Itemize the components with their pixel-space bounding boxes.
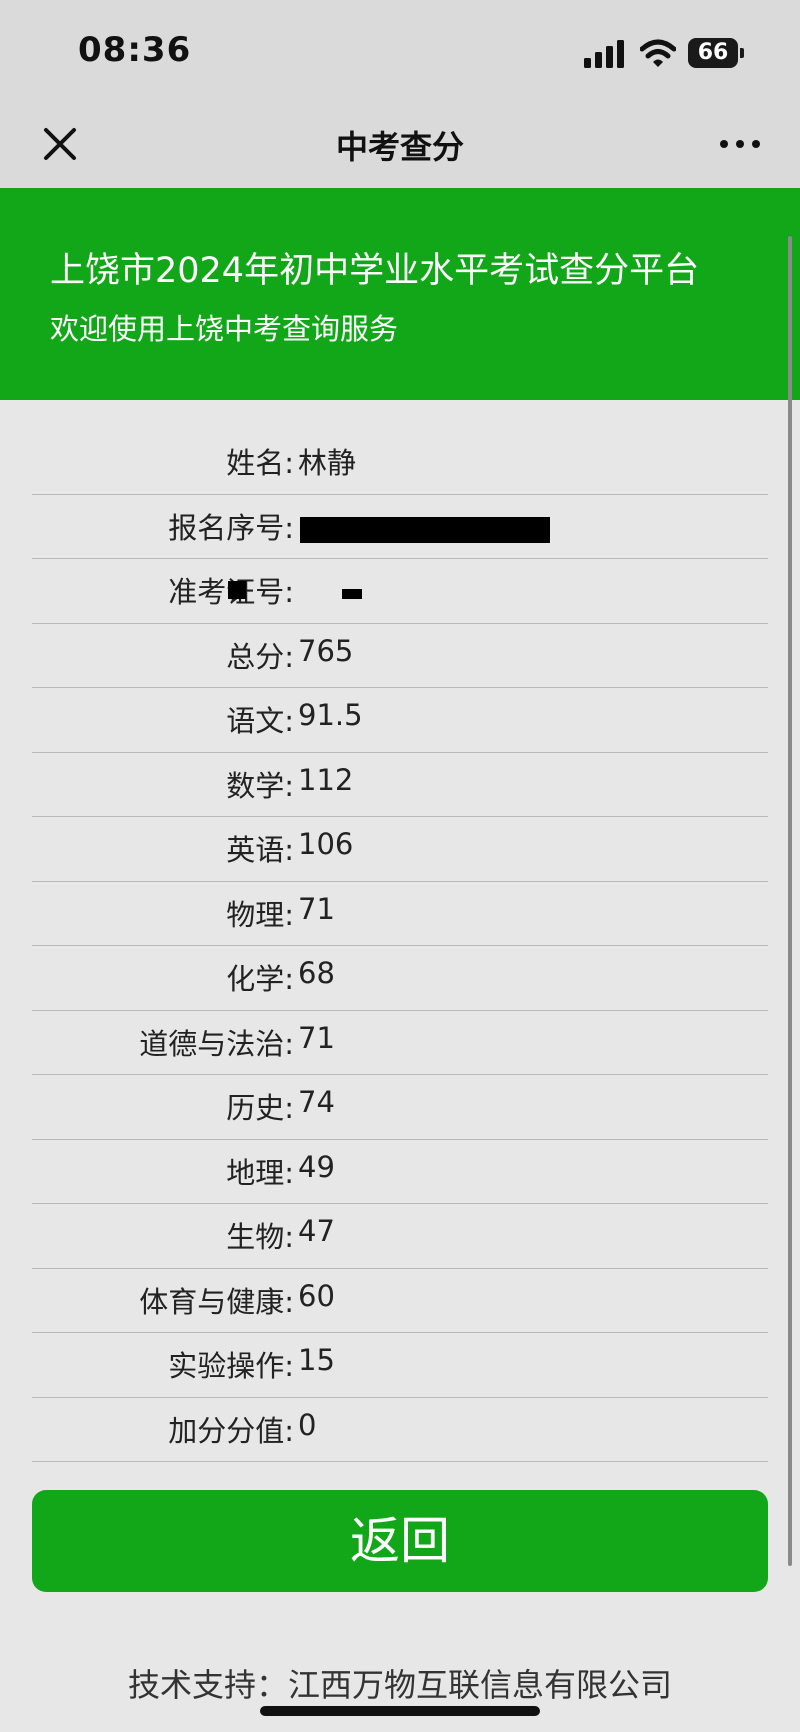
row-chemistry: 化学: 68 — [32, 946, 768, 1011]
row-label: 语文: — [226, 704, 294, 738]
row-label: 英语: — [226, 833, 294, 867]
footer-tech-support: 技术支持：江西万物互联信息有限公司 — [127, 1666, 672, 1704]
row-label: 数学: — [226, 768, 294, 803]
row-physics: 物理: 71 — [32, 882, 768, 946]
row-exam-number: 准考证号: — [32, 559, 768, 624]
signal-icon — [584, 40, 624, 68]
row-label: 体育与健康: — [139, 1284, 294, 1319]
row-label: 姓名: — [226, 446, 294, 480]
score-table: 姓名: 林静 报名序号: 准考证号: 总分: 765 语文: 91.5 数学: … — [32, 430, 768, 1462]
banner: 上饶市2024年初中学业水平考试查分平台 欢迎使用上饶中考查询服务 — [0, 188, 800, 400]
row-lab-operation: 实验操作: 15 — [32, 1333, 768, 1398]
row-history: 历史: 74 — [32, 1075, 768, 1140]
row-bonus-points: 加分分值: 0 — [32, 1398, 768, 1462]
status-time: 08:36 — [78, 30, 192, 70]
row-label: 加分分值: — [168, 1413, 294, 1448]
row-value: 106 — [298, 827, 354, 861]
back-button[interactable]: 返回 — [32, 1490, 768, 1592]
row-value: 112 — [298, 762, 354, 797]
row-geography: 地理: 49 — [32, 1140, 768, 1204]
row-morality-law: 道德与法治: 71 — [32, 1011, 768, 1075]
redaction-block — [342, 589, 362, 599]
row-value: 林静 — [298, 446, 357, 480]
status-bar: 08:36 66 — [0, 0, 800, 106]
row-label: 总分: — [226, 639, 294, 674]
row-label: 道德与法治: — [139, 1026, 294, 1061]
row-value: 91.5 — [298, 698, 363, 732]
row-label: 生物: — [226, 1220, 294, 1254]
row-name: 姓名: 林静 — [32, 430, 768, 495]
row-label: 实验操作: — [168, 1349, 294, 1383]
row-label: 报名序号: — [168, 510, 294, 545]
nav-bar: 中考查分 — [0, 106, 800, 188]
row-label: 化学: — [226, 962, 294, 996]
row-registration-number: 报名序号: — [32, 495, 768, 559]
page-title: 中考查分 — [335, 128, 464, 166]
battery-tip — [740, 48, 744, 58]
row-english: 英语: 106 — [32, 817, 768, 882]
battery-level: 66 — [688, 38, 738, 68]
row-label: 物理: — [226, 897, 294, 932]
row-value: 15 — [298, 1343, 335, 1377]
row-label: 地理: — [226, 1155, 294, 1190]
battery-icon: 66 — [688, 38, 744, 68]
row-value: 74 — [298, 1085, 335, 1119]
row-biology: 生物: 47 — [32, 1204, 768, 1269]
row-math: 数学: 112 — [32, 753, 768, 817]
wifi-icon — [640, 39, 676, 67]
row-value: 71 — [298, 1020, 335, 1055]
row-label: 历史: — [226, 1091, 294, 1125]
banner-subtitle: 欢迎使用上饶中考查询服务 — [50, 312, 399, 346]
row-value: 71 — [298, 891, 335, 926]
row-pe-health: 体育与健康: 60 — [32, 1269, 768, 1333]
row-value: 47 — [298, 1214, 335, 1248]
row-value: 0 — [298, 1407, 317, 1442]
scrollbar[interactable] — [788, 236, 792, 1566]
redaction-block — [300, 516, 550, 543]
row-chinese: 语文: 91.5 — [32, 688, 768, 753]
row-total: 总分: 765 — [32, 624, 768, 688]
banner-title: 上饶市2024年初中学业水平考试查分平台 — [50, 251, 700, 291]
row-value: 60 — [298, 1278, 335, 1313]
home-indicator[interactable] — [260, 1706, 540, 1716]
row-value: 68 — [298, 956, 335, 990]
row-value: 49 — [298, 1149, 335, 1184]
redaction-block — [228, 581, 246, 599]
row-value: 765 — [298, 633, 354, 668]
more-icon[interactable] — [716, 128, 764, 160]
